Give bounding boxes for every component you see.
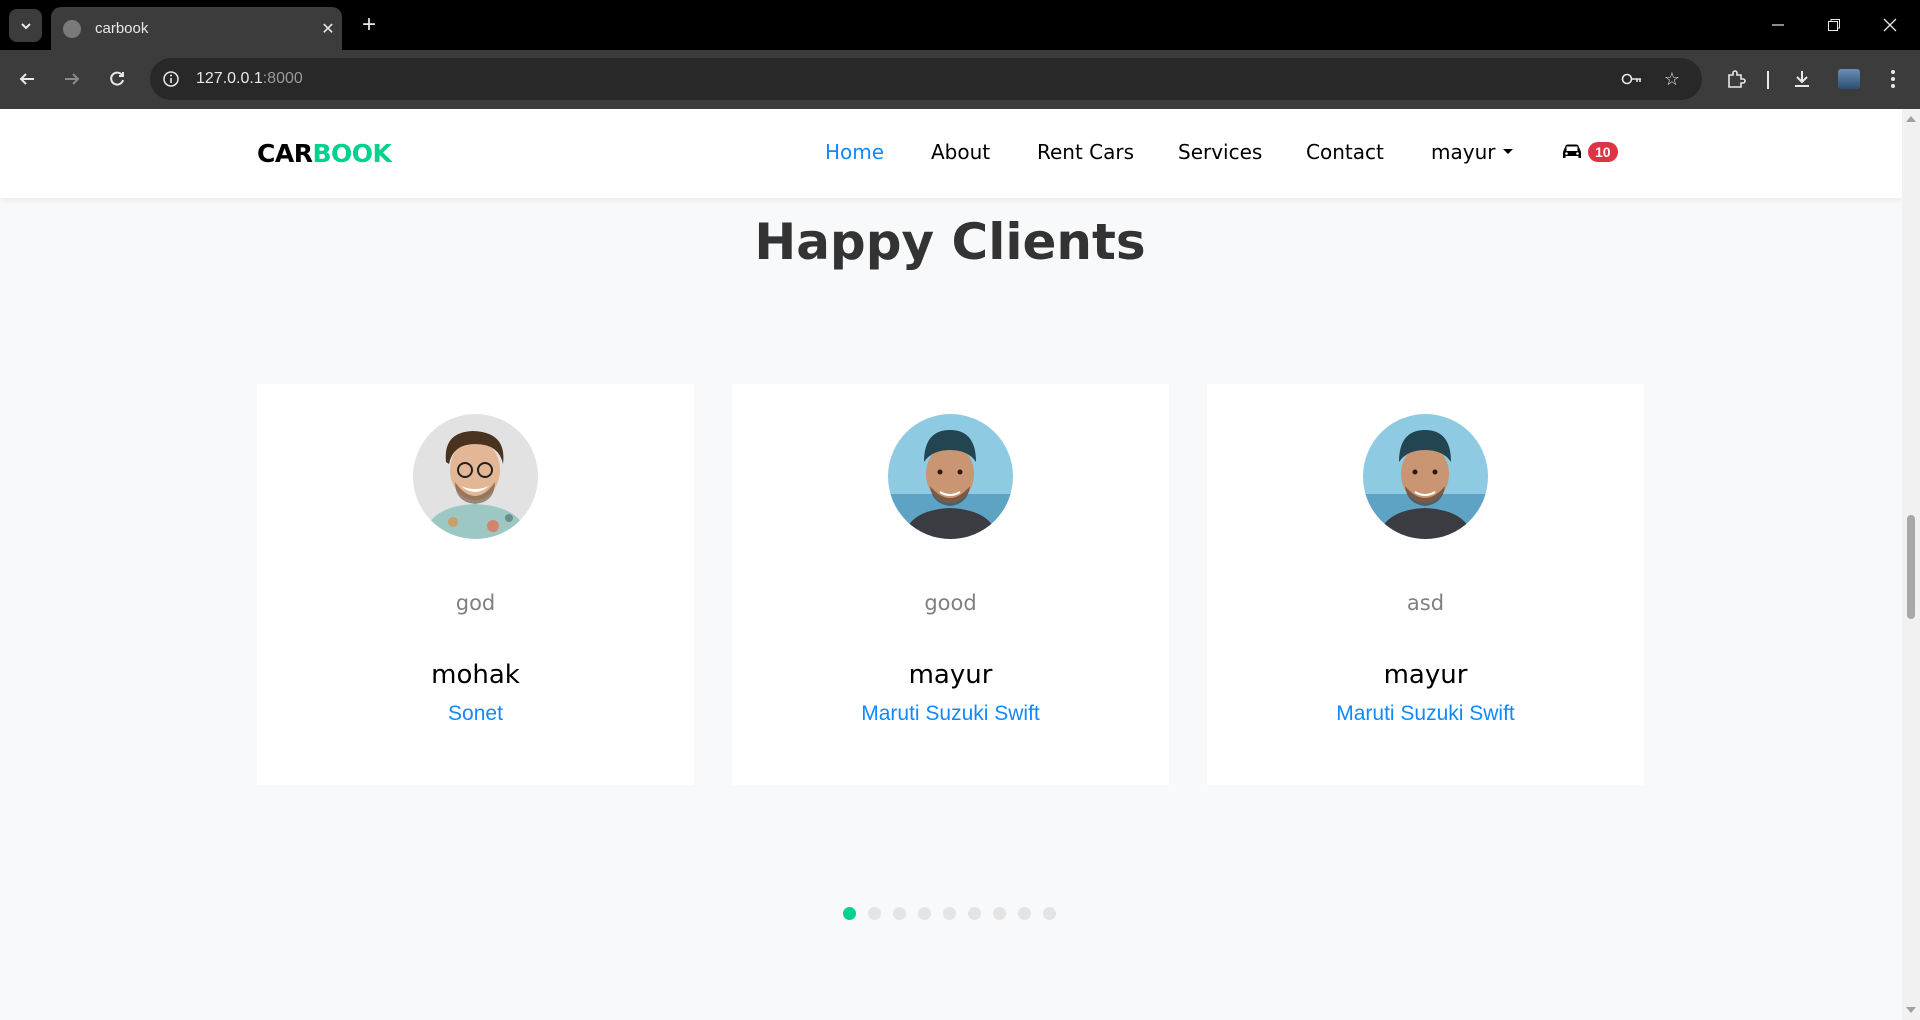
minimize-icon (1772, 24, 1784, 26)
carousel-dots (843, 907, 1068, 920)
close-icon (1883, 18, 1897, 32)
logo-part-car: CAR (257, 139, 313, 168)
client-avatar (1363, 414, 1488, 539)
scroll-down-arrow-icon[interactable] (1906, 1007, 1916, 1013)
user-name: mayur (1431, 140, 1496, 164)
page-scrollbar[interactable] (1902, 109, 1920, 1020)
back-button[interactable] (11, 63, 43, 95)
bookmark-star-icon[interactable]: ☆ (1656, 63, 1688, 95)
client-avatar (888, 414, 1013, 539)
client-car: Maruti Suzuki Swift (1336, 702, 1515, 725)
profile-avatar-icon (1838, 69, 1860, 89)
forward-button[interactable] (56, 63, 88, 95)
carousel-dot[interactable] (993, 907, 1006, 920)
downloads-button[interactable] (1786, 63, 1818, 95)
close-window-button[interactable] (1862, 0, 1918, 50)
arrow-left-icon (19, 73, 34, 85)
client-avatar (413, 414, 538, 539)
testimonial-card: god mohak Sonet (257, 384, 694, 785)
toolbar-separator (1767, 71, 1769, 89)
carousel-dot[interactable] (918, 907, 931, 920)
site-info-icon[interactable] (150, 58, 192, 100)
testimonial-card: good mayur Maruti Suzuki Swift (732, 384, 1169, 785)
cart-link[interactable]: 10 (1560, 142, 1618, 162)
more-vertical-icon (1891, 70, 1895, 88)
nav-services[interactable]: Services (1178, 140, 1262, 164)
client-review: good (924, 591, 977, 615)
arrow-right-icon (65, 73, 80, 85)
carousel-dot[interactable] (1018, 907, 1031, 920)
carousel-dot[interactable] (968, 907, 981, 920)
reload-button[interactable] (101, 63, 133, 95)
close-tab-icon[interactable]: ✕ (314, 19, 342, 39)
car-icon (1563, 144, 1581, 158)
browser-tab-bar: carbook ✕ + (0, 0, 1920, 50)
new-tab-button[interactable]: + (352, 8, 386, 42)
site-navbar: CARBOOK Home About Rent Cars Services Co… (0, 109, 1902, 198)
site-logo[interactable]: CARBOOK (257, 139, 392, 168)
tab-search-button[interactable] (9, 9, 42, 42)
restore-button[interactable] (1806, 0, 1862, 50)
password-key-icon[interactable] (1616, 63, 1648, 95)
url-text: 127.0.0.1:8000 (196, 70, 303, 88)
cart-count-badge: 10 (1588, 142, 1618, 162)
logo-part-book: BOOK (312, 139, 392, 168)
puzzle-icon (1728, 70, 1746, 88)
client-name: mohak (431, 660, 520, 690)
client-car: Sonet (448, 702, 503, 725)
nav-home[interactable]: Home (825, 140, 884, 164)
tab-title: carbook (95, 20, 149, 37)
browser-tab[interactable]: carbook ✕ (51, 7, 342, 50)
download-icon (1795, 71, 1809, 87)
client-car: Maruti Suzuki Swift (861, 702, 1040, 725)
client-name: mayur (1383, 660, 1468, 690)
nav-contact[interactable]: Contact (1306, 140, 1384, 164)
client-review: asd (1406, 591, 1445, 615)
nav-rent-cars[interactable]: Rent Cars (1037, 140, 1134, 164)
extensions-button[interactable] (1720, 63, 1752, 95)
carousel-dot[interactable] (893, 907, 906, 920)
scrollbar-thumb[interactable] (1907, 515, 1915, 619)
url-port: :8000 (262, 70, 303, 87)
nav-about[interactable]: About (931, 140, 990, 164)
minimize-button[interactable] (1750, 0, 1806, 50)
user-dropdown[interactable]: mayur (1431, 140, 1514, 164)
carousel-dot[interactable] (843, 907, 856, 920)
url-host: 127.0.0.1 (196, 70, 263, 87)
address-bar[interactable]: 127.0.0.1:8000 ☆ (150, 58, 1702, 100)
reload-icon (110, 71, 124, 86)
carousel-dot[interactable] (868, 907, 881, 920)
carousel-dot[interactable] (1043, 907, 1056, 920)
carousel-dot[interactable] (943, 907, 956, 920)
caret-down-icon (1503, 149, 1514, 154)
menu-button[interactable] (1877, 63, 1909, 95)
client-review: god (455, 591, 496, 615)
scroll-up-arrow-icon[interactable] (1906, 116, 1916, 122)
client-name: mayur (908, 660, 993, 690)
web-page: CARBOOK Home About Rent Cars Services Co… (0, 109, 1902, 1020)
testimonial-card: asd mayur Maruti Suzuki Swift (1207, 384, 1644, 785)
chevron-down-icon (20, 22, 31, 29)
browser-toolbar: 127.0.0.1:8000 ☆ (0, 50, 1920, 109)
section-title: Happy Clients (754, 213, 1146, 271)
globe-icon (63, 19, 81, 38)
restore-icon (1828, 19, 1840, 31)
